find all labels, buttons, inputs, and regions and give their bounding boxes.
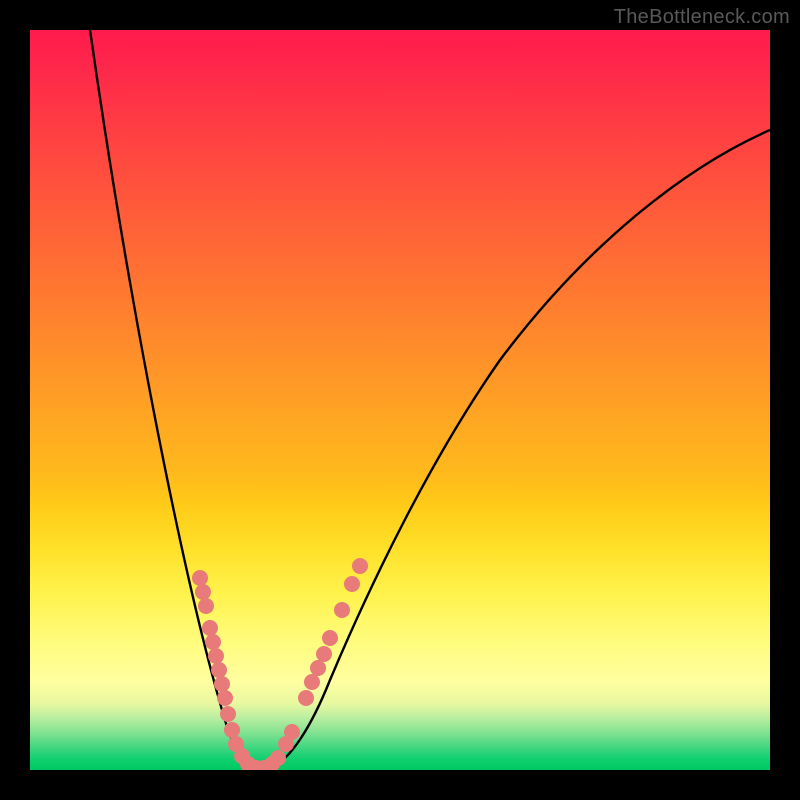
scatter-point xyxy=(352,558,368,574)
plot-area xyxy=(30,30,770,770)
scatter-point xyxy=(270,750,286,766)
scatter-point xyxy=(310,660,326,676)
chart-frame: TheBottleneck.com xyxy=(0,0,800,800)
scatter-point xyxy=(344,576,360,592)
watermark-text: TheBottleneck.com xyxy=(614,6,790,29)
scatter-point xyxy=(217,690,233,706)
scatter-point xyxy=(334,602,350,618)
scatter-point xyxy=(298,690,314,706)
scatter-point xyxy=(198,598,214,614)
scatter-point xyxy=(284,724,300,740)
scatter-point xyxy=(322,630,338,646)
scatter-point xyxy=(220,706,236,722)
bottleneck-curve xyxy=(30,30,770,770)
v-curve-path xyxy=(90,30,770,768)
scatter-point xyxy=(316,646,332,662)
scatter-point xyxy=(304,674,320,690)
